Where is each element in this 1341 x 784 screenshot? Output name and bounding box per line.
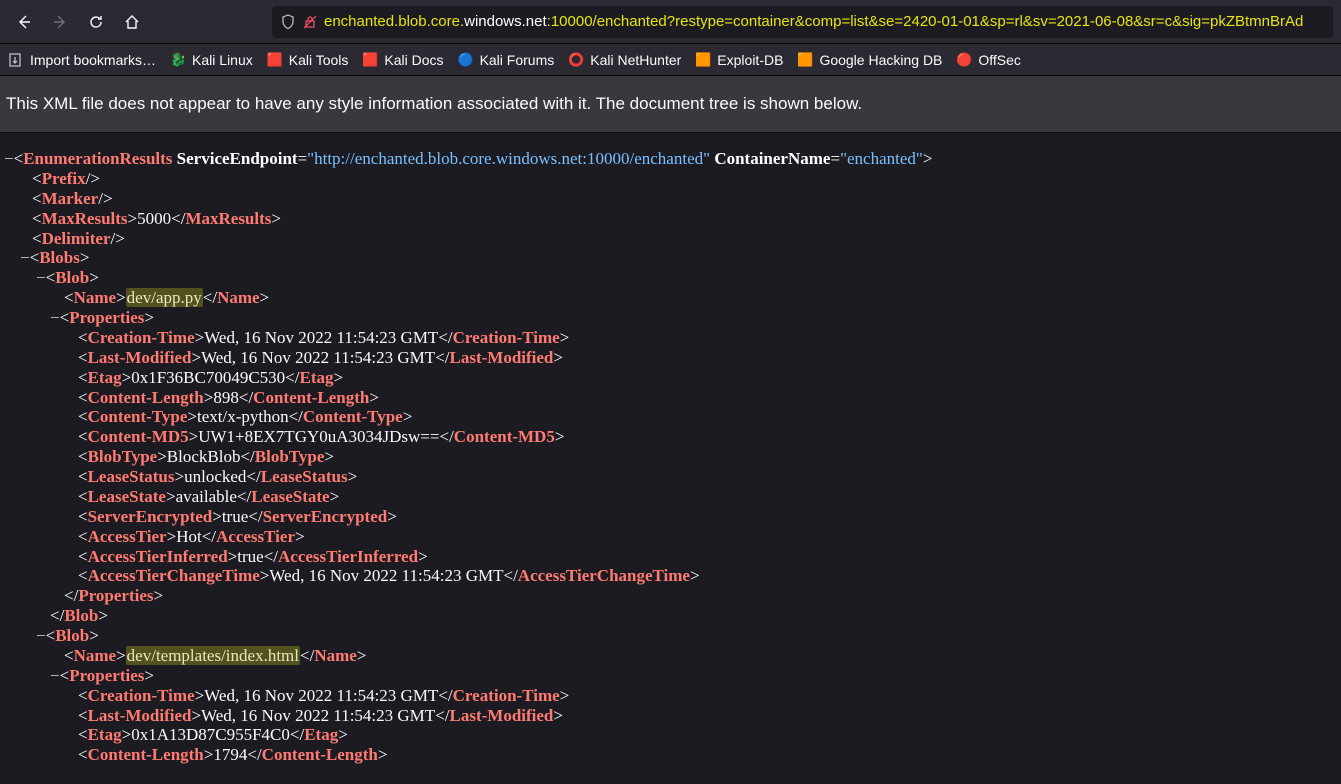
shield-icon[interactable] xyxy=(280,14,296,30)
collapse-toggle[interactable]: − xyxy=(20,248,30,267)
url-text: enchanted.blob.core.windows.net:10000/en… xyxy=(324,13,1303,30)
import-bookmarks-label: Import bookmarks… xyxy=(30,52,156,68)
browser-toolbar: enchanted.blob.core.windows.net:10000/en… xyxy=(0,0,1341,44)
blob-name: dev/templates/index.html xyxy=(126,646,300,665)
collapse-toggle[interactable]: − xyxy=(36,626,46,645)
kali-tools-icon: 🟥 xyxy=(267,52,283,68)
bookmark-offsec[interactable]: 🔴OffSec xyxy=(956,52,1021,68)
arrow-left-icon xyxy=(16,14,32,30)
collapse-toggle[interactable]: − xyxy=(4,149,14,168)
bookmark-kali-docs[interactable]: 🟥Kali Docs xyxy=(362,52,443,68)
collapse-toggle[interactable]: − xyxy=(50,666,60,685)
url-bar[interactable]: enchanted.blob.core.windows.net:10000/en… xyxy=(272,6,1333,38)
bookmarks-bar: Import bookmarks… 🐉Kali Linux 🟥Kali Tool… xyxy=(0,44,1341,76)
forward-button[interactable] xyxy=(44,6,76,38)
xml-no-style-warning: This XML file does not appear to have an… xyxy=(0,76,1341,133)
arrow-right-icon xyxy=(52,14,68,30)
import-bookmarks[interactable]: Import bookmarks… xyxy=(8,52,156,68)
collapse-toggle[interactable]: − xyxy=(50,308,60,327)
home-button[interactable] xyxy=(116,6,148,38)
reload-icon xyxy=(88,14,104,30)
exploitdb-icon: 🟧 xyxy=(695,52,711,68)
ghdb-icon: 🟧 xyxy=(797,52,813,68)
xml-tree: −<EnumerationResults ServiceEndpoint="ht… xyxy=(0,133,1341,777)
bookmark-kali-linux[interactable]: 🐉Kali Linux xyxy=(170,52,253,68)
kali-icon: 🐉 xyxy=(170,52,186,68)
reload-button[interactable] xyxy=(80,6,112,38)
back-button[interactable] xyxy=(8,6,40,38)
import-icon xyxy=(8,52,24,68)
kali-forums-icon: 🔵 xyxy=(458,52,474,68)
collapse-toggle[interactable]: − xyxy=(36,268,46,287)
bookmark-kali-nethunter[interactable]: ⭕Kali NetHunter xyxy=(568,52,681,68)
bookmark-exploit-db[interactable]: 🟧Exploit-DB xyxy=(695,52,783,68)
home-icon xyxy=(124,14,140,30)
lock-insecure-icon[interactable] xyxy=(302,14,318,30)
kali-docs-icon: 🟥 xyxy=(362,52,378,68)
bookmark-kali-tools[interactable]: 🟥Kali Tools xyxy=(267,52,349,68)
offsec-icon: 🔴 xyxy=(956,52,972,68)
bookmark-ghdb[interactable]: 🟧Google Hacking DB xyxy=(797,52,942,68)
nethunter-icon: ⭕ xyxy=(568,52,584,68)
bookmark-kali-forums[interactable]: 🔵Kali Forums xyxy=(458,52,555,68)
blob-name: dev/app.py xyxy=(126,288,203,307)
